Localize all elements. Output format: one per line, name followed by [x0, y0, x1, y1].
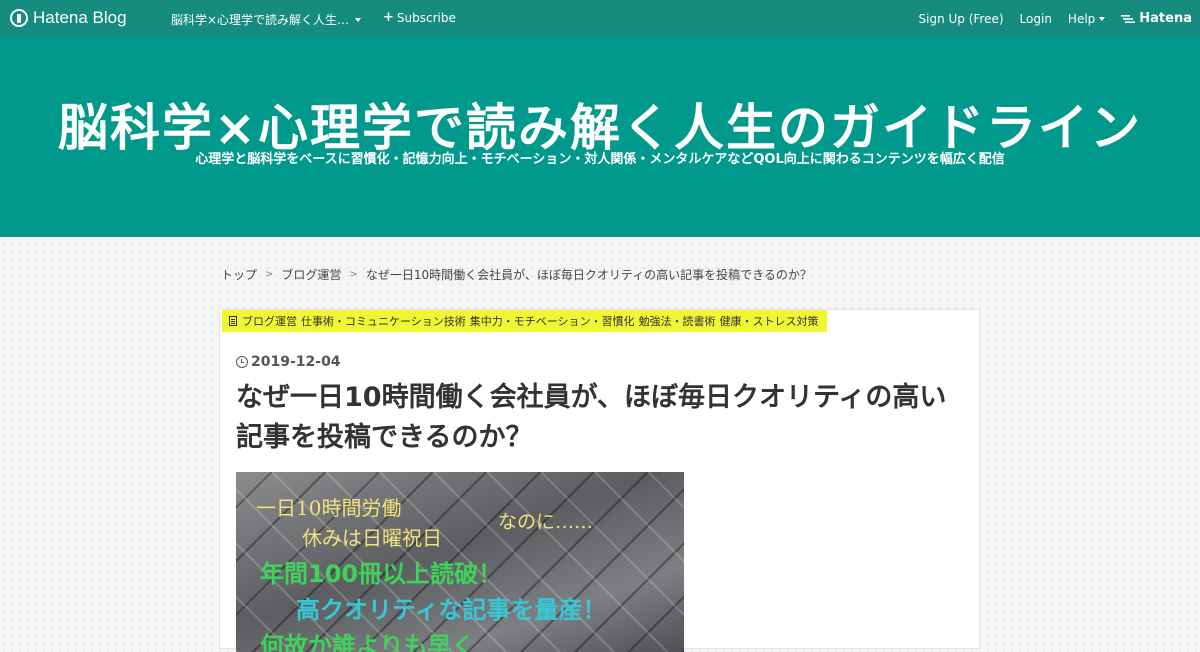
category-link[interactable]: 集中力・モチベーション・習慣化 — [470, 313, 635, 329]
category-link[interactable]: 仕事術・コミュニケーション技術 — [301, 313, 466, 329]
category-link[interactable]: 勉強法・読書術 — [639, 313, 716, 329]
entry-date-text: 2019-12-04 — [251, 354, 341, 370]
breadcrumb-item-top[interactable]: トップ — [221, 266, 257, 283]
category-link[interactable]: 健康・ストレス対策 — [720, 313, 819, 329]
chevron-down-icon — [355, 17, 362, 22]
login-link[interactable]: Login — [1020, 12, 1052, 26]
help-label: Help — [1067, 11, 1096, 26]
hatena-blog-logo-text: Hatena Blog — [33, 8, 127, 27]
document-icon — [229, 316, 237, 326]
entry-date[interactable]: 2019-12-04 — [236, 354, 341, 370]
subscribe-button[interactable]: + Subscribe — [383, 11, 456, 25]
breadcrumb-item-category[interactable]: ブログ運営 — [281, 266, 341, 283]
eyecatch-text: 年間100冊以上読破！ — [260, 560, 503, 588]
hatena-brand-icon — [1121, 14, 1136, 23]
hatena-brand-label: Hatena — [1139, 11, 1192, 26]
hatena-topbar: Hatena Blog 脳科学×心理学で読み解く人生… + Subscribe … — [0, 0, 1200, 36]
plus-icon: + — [383, 10, 394, 25]
subscribe-label: Subscribe — [396, 11, 456, 25]
hatena-blog-logo-icon — [10, 9, 28, 27]
topbar-right-menu: Sign Up (Free) Login Help Hatena — [919, 11, 1192, 26]
article-card: ブログ運営 仕事術・コミュニケーション技術 集中力・モチベーション・習慣化 勉強… — [219, 309, 980, 652]
blog-title[interactable]: 脳科学×心理学で読み解く人生のガイドライン — [0, 98, 1200, 158]
breadcrumb: トップ > ブログ運営 > なぜ一日10時間働く会社員が、ほぼ毎日クオリティの高… — [221, 266, 812, 283]
eyecatch-text: 高クオリティな記事を量産！ — [296, 596, 607, 624]
category-link[interactable]: ブログ運営 — [242, 313, 297, 329]
hatena-blog-logo[interactable]: Hatena Blog — [10, 7, 127, 29]
clock-icon — [236, 356, 248, 368]
category-list: ブログ運営 仕事術・コミュニケーション技術 集中力・モチベーション・習慣化 勉強… — [222, 310, 827, 332]
chevron-down-icon — [1099, 16, 1106, 21]
blog-select-label: 脳科学×心理学で読み解く人生… — [171, 13, 350, 27]
breadcrumb-separator: > — [349, 269, 358, 280]
help-menu[interactable]: Help — [1067, 11, 1106, 26]
eyecatch-text: 一日10時間労働 — [256, 496, 402, 520]
hatena-brand-link[interactable]: Hatena — [1121, 11, 1192, 26]
eyecatch-text: なのに…… — [498, 511, 594, 533]
breadcrumb-separator: > — [265, 269, 274, 280]
blog-description: 心理学と脳科学をベースに習慣化・記憶力向上・モチベーション・対人関係・メンタルケ… — [195, 152, 1005, 167]
signup-link[interactable]: Sign Up (Free) — [919, 12, 1004, 26]
entry-title[interactable]: なぜ一日10時間働く会社員が、ほぼ毎日クオリティの高い記事を投稿できるのか？ — [236, 378, 966, 458]
blog-select-dropdown[interactable]: 脳科学×心理学で読み解く人生… — [171, 11, 362, 28]
eyecatch-image: 一日10時間労働 休みは日曜祝日 なのに…… 年間100冊以上読破！ 高クオリテ… — [236, 472, 684, 652]
blog-header: 脳科学×心理学で読み解く人生のガイドライン 心理学と脳科学をベースに習慣化・記憶… — [0, 36, 1200, 237]
eyecatch-text: 休みは日曜祝日 — [302, 526, 442, 550]
breadcrumb-item-current: なぜ一日10時間働く会社員が、ほぼ毎日クオリティの高い記事を投稿できるのか？ — [365, 268, 812, 282]
